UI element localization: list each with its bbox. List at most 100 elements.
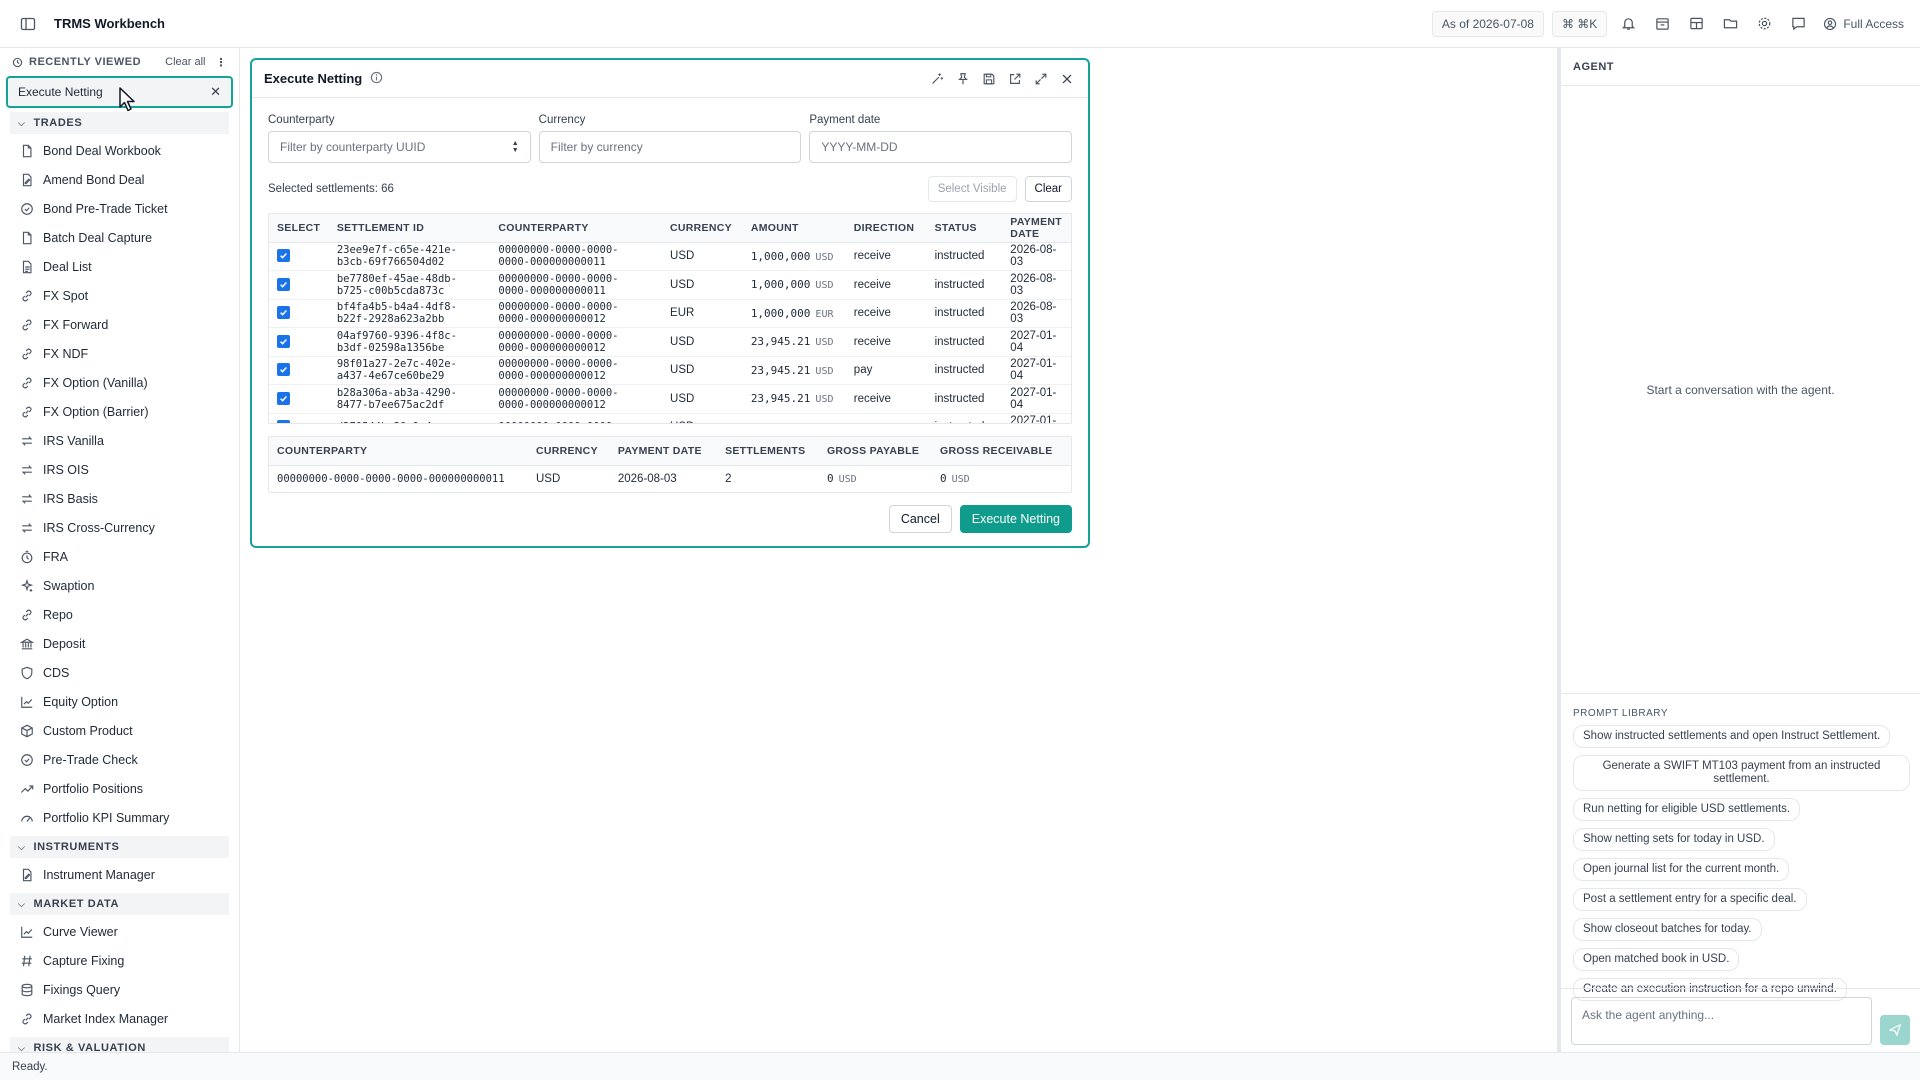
summary-header-payment-date[interactable]: PAYMENT DATE [609,437,718,466]
row-checkbox[interactable] [277,334,290,348]
column-header-status[interactable]: STATUS [926,214,1003,243]
summary-header-settlements[interactable]: SETTLEMENTS [717,437,819,466]
gear-icon[interactable] [1751,11,1777,37]
summary-header-currency[interactable]: CURRENCY [527,437,610,466]
clear-all-button[interactable]: Clear all [165,56,205,68]
sidebar-item-fx-option-barrier[interactable]: FX Option (Barrier) [0,397,239,426]
bell-icon[interactable] [1615,11,1641,37]
prompt-chip[interactable]: Open journal list for the current month. [1573,858,1790,881]
sidebar-item-amend-bond-deal[interactable]: Amend Bond Deal [0,165,239,194]
column-header-payment-date[interactable]: PAYMENT DATE [1002,214,1071,243]
chat-icon[interactable] [1785,11,1811,37]
nav-group-trades[interactable]: ⌵ TRADES [10,112,229,134]
select-visible-button[interactable]: Select Visible [927,176,1017,202]
nav-group-risk-valuation[interactable]: ⌵ RISK & VALUATION [10,1037,229,1052]
prompt-chip[interactable]: Generate a SWIFT MT103 payment from an i… [1573,755,1910,791]
sidebar-item-capture-fixing[interactable]: Capture Fixing [0,946,239,975]
pin-icon[interactable] [954,70,972,88]
prompt-chip[interactable]: Show netting sets for today in USD. [1573,828,1775,851]
prompt-chip[interactable]: Post a settlement entry for a specific d… [1573,888,1807,911]
row-checkbox[interactable] [277,249,290,263]
currency-input[interactable]: Filter by currency [538,131,802,163]
sidebar-item-portfolio-positions[interactable]: Portfolio Positions [0,774,239,803]
prompt-chip[interactable]: Open matched book in USD. [1573,948,1740,971]
counterparty-select[interactable]: Filter by counterparty UUID ▲ ▼ [268,131,531,163]
column-header-settlement-id[interactable]: SETTLEMENT ID [328,214,491,243]
sidebar-item-custom-product[interactable]: Custom Product [0,716,239,745]
table-row[interactable]: 04af9760-9396-4f8c-b3df-02598a1356be 000… [269,327,1071,357]
sidebar-item-irs-basis[interactable]: IRS Basis [0,484,239,513]
row-checkbox[interactable] [277,306,290,320]
send-icon[interactable] [1880,1015,1910,1045]
sidebar-toggle-icon[interactable] [16,12,40,36]
table-row[interactable]: d270544b-20a9-4eec- 00000000-0000-0000- … [269,413,1071,423]
column-header-direction[interactable]: DIRECTION [845,214,927,243]
table-row[interactable]: 23ee9e7f-c65e-421e-b3cb-69f766504d02 000… [269,242,1071,271]
sidebar-item-repo[interactable]: Repo [0,600,239,629]
sidebar-item-batch-deal-capture[interactable]: Batch Deal Capture [0,223,239,252]
nav-group-instruments[interactable]: ⌵ INSTRUMENTS [10,836,229,858]
layout-icon[interactable] [1683,11,1709,37]
sidebar-item-fx-option-vanilla[interactable]: FX Option (Vanilla) [0,368,239,397]
save-icon[interactable] [980,70,998,88]
settlement-id-line1: be7780ef-45ae-48db- [336,272,457,285]
sidebar-item-irs-vanilla[interactable]: IRS Vanilla [0,426,239,455]
sidebar-item-fra[interactable]: FRA [0,542,239,571]
sidebar-item-fx-spot[interactable]: FX Spot [0,281,239,310]
sidebar-item-irs-cross-currency[interactable]: IRS Cross-Currency [0,513,239,542]
prompt-chip[interactable]: Show closeout batches for today. [1573,918,1762,941]
row-checkbox[interactable] [277,391,290,405]
sidebar-item-irs-ois[interactable]: IRS OIS [0,455,239,484]
calendar-icon[interactable] [1649,11,1675,37]
info-icon[interactable] [370,71,383,87]
clear-selection-button[interactable]: Clear [1024,176,1072,202]
summary-header-gross-payable[interactable]: GROSS PAYABLE [818,437,932,466]
expand-icon[interactable] [1032,70,1050,88]
magic-wand-icon[interactable] [928,70,946,88]
sidebar-item-fx-forward[interactable]: FX Forward [0,310,239,339]
cancel-button[interactable]: Cancel [888,505,952,533]
nav-group-market-data[interactable]: ⌵ MARKET DATA [10,893,229,915]
column-header-select[interactable]: SELECT [269,214,329,243]
prompt-chip[interactable]: Run netting for eligible USD settlements… [1573,798,1801,821]
row-checkbox[interactable] [277,363,290,377]
summary-header-gross-receivable[interactable]: GROSS RECEIVABLE [932,437,1071,466]
agent-message-input[interactable]: Ask the agent anything... [1571,997,1872,1045]
prompt-chip[interactable]: Show instructed settlements and open Ins… [1573,725,1891,748]
close-dialog-icon[interactable] [1058,70,1076,88]
access-indicator[interactable]: Full Access [1823,17,1904,31]
execute-netting-button[interactable]: Execute Netting [959,505,1072,533]
sidebar-item-pre-trade-check[interactable]: Pre-Trade Check [0,745,239,774]
sidebar-item-market-index-manager[interactable]: Market Index Manager [0,1004,239,1033]
payment-date-input[interactable]: YYYY-MM-DD [809,131,1073,163]
sidebar-item-fixings-query[interactable]: Fixings Query [0,975,239,1004]
sidebar-item-cds[interactable]: CDS [0,658,239,687]
sidebar-item-swaption[interactable]: Swaption [0,571,239,600]
more-options-icon[interactable]: ⋮ [216,56,228,69]
column-header-amount[interactable]: AMOUNT [742,214,846,243]
summary-row[interactable]: 00000000-0000-0000-0000-000000000011 USD… [269,465,1071,492]
sidebar-item-deposit[interactable]: Deposit [0,629,239,658]
external-link-icon[interactable] [1006,70,1024,88]
close-icon[interactable]: ✕ [210,84,221,100]
sidebar-item-bond-pre-trade-ticket[interactable]: Bond Pre-Trade Ticket [0,194,239,223]
sidebar-item-deal-list[interactable]: Deal List [0,252,239,281]
row-checkbox[interactable] [277,420,290,423]
command-palette-chip[interactable]: ⌘ ⌘K [1551,10,1608,37]
table-row[interactable]: 98f01a27-2e7c-402e-a437-4e67ce60be29 000… [269,356,1071,385]
sidebar-item-portfolio-kpi-summary[interactable]: Portfolio KPI Summary [0,803,239,832]
table-row[interactable]: be7780ef-45ae-48db-b725-c00b5cda873c 000… [269,270,1071,300]
sidebar-item-instrument-manager[interactable]: Instrument Manager [0,860,239,889]
column-header-currency[interactable]: CURRENCY [662,214,743,243]
summary-header-counterparty[interactable]: COUNTERPARTY [269,437,528,466]
sidebar-item-fx-ndf[interactable]: FX NDF [0,339,239,368]
sidebar-item-curve-viewer[interactable]: Curve Viewer [0,917,239,946]
folder-icon[interactable] [1717,11,1743,37]
table-row[interactable]: b28a306a-ab3a-4290- 8477-b7ee675ac2df 000… [269,384,1071,414]
row-checkbox[interactable] [277,277,290,291]
table-row[interactable]: bf4fa4b5-b4a4-4df8- b22f-2928a623a2bb 000… [269,299,1071,328]
column-header-counterparty[interactable]: COUNTERPARTY [490,214,663,243]
sidebar-item-bond-deal-workbook[interactable]: Bond Deal Workbook [0,136,239,165]
sidebar-item-equity-option[interactable]: Equity Option [0,687,239,716]
as-of-date-chip[interactable]: As of 2026-07-08 [1431,10,1544,37]
